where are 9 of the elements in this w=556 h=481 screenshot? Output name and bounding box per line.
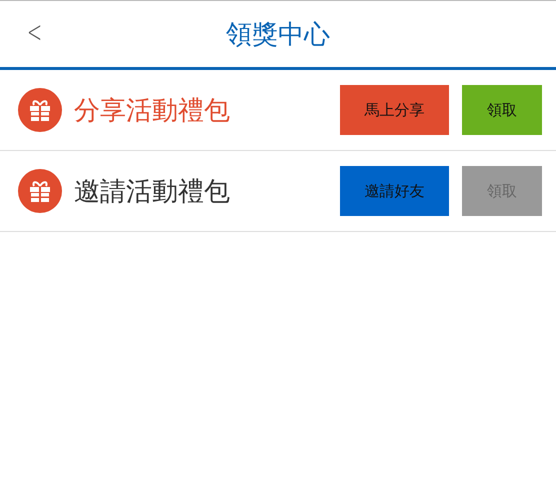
action-button[interactable]: 邀請好友 [340, 166, 449, 216]
claim-button[interactable]: 領取 [462, 85, 542, 135]
package-name: 邀請活動禮包 [74, 176, 231, 208]
action-button[interactable]: 馬上分享 [340, 85, 449, 135]
package-name: 分享活動禮包 [74, 94, 231, 128]
back-button[interactable]: < [24, 15, 45, 50]
gift-icon [18, 169, 62, 213]
page-title: 領獎中心 [226, 18, 330, 52]
gift-icon [18, 88, 62, 132]
